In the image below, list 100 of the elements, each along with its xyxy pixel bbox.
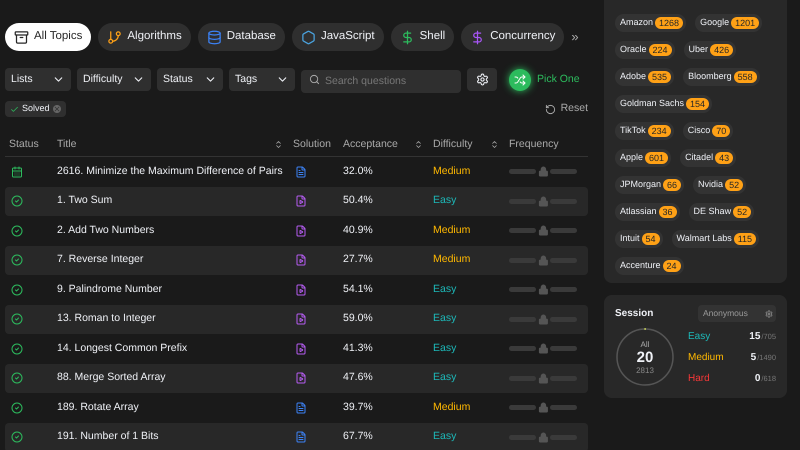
reset-button[interactable]: Reset bbox=[544, 101, 588, 117]
document-icon[interactable] bbox=[295, 431, 307, 444]
solved-filter-chip[interactable]: Solved bbox=[5, 101, 66, 117]
sort-icon[interactable] bbox=[274, 140, 283, 149]
archive-icon bbox=[14, 30, 29, 44]
company-tag[interactable]: Goldman Sachs 154 bbox=[615, 95, 712, 113]
column-header[interactable]: Difficulty bbox=[433, 136, 472, 152]
video-file-icon[interactable] bbox=[295, 284, 307, 296]
problem-title[interactable]: 7. Reverse Integer bbox=[57, 253, 144, 266]
problem-title[interactable]: 189. Rotate Array bbox=[57, 400, 139, 413]
company-tag[interactable]: Cisco 70 bbox=[682, 122, 734, 140]
video-file-icon[interactable] bbox=[295, 224, 307, 237]
search-field[interactable]: Search questions bbox=[301, 70, 461, 92]
video-file-icon[interactable] bbox=[295, 372, 307, 384]
settings-button[interactable] bbox=[467, 68, 497, 91]
company-tag[interactable]: Atlassian 36 bbox=[615, 203, 680, 221]
sort-icon[interactable] bbox=[490, 140, 499, 149]
frequency-bar bbox=[509, 166, 577, 178]
count-badge: 115 bbox=[734, 233, 756, 245]
company-tag[interactable]: Citadel 43 bbox=[680, 149, 736, 167]
table-row[interactable]: 191. Number of 1 Bits 67.7% Easy bbox=[5, 422, 588, 450]
company-tag[interactable]: Uber 426 bbox=[684, 41, 736, 59]
problem-title[interactable]: 1. Two Sum bbox=[57, 194, 112, 206]
topic-tab[interactable]: Database bbox=[198, 23, 285, 51]
column-header[interactable]: Title bbox=[57, 136, 76, 152]
column-header[interactable]: Acceptance bbox=[343, 136, 398, 152]
settings-icon bbox=[476, 73, 488, 86]
difficulty-cell: Medium bbox=[433, 224, 470, 236]
document-icon[interactable] bbox=[295, 166, 307, 178]
acceptance-cell: 47.6% bbox=[343, 371, 373, 384]
company-tag[interactable]: Apple 601 bbox=[615, 149, 672, 167]
topic-tab[interactable]: JavaScript bbox=[292, 23, 384, 51]
video-file-icon[interactable] bbox=[295, 254, 307, 266]
session-selector[interactable]: Anonymous bbox=[698, 305, 776, 322]
difficulty-label: Hard bbox=[688, 372, 710, 386]
acceptance-cell: 27.7% bbox=[343, 253, 373, 266]
difficulty-label: Easy bbox=[688, 330, 710, 344]
company-tag[interactable]: Accenture 24 bbox=[615, 257, 684, 275]
company-tag[interactable]: Walmart Labs 115 bbox=[672, 230, 760, 248]
topic-tab[interactable]: Algorithms bbox=[98, 23, 191, 51]
table-row[interactable]: 2. Add Two Numbers 40.9% Medium bbox=[5, 216, 588, 246]
company-tag[interactable]: Adobe 535 bbox=[615, 68, 674, 86]
column-header[interactable]: Status bbox=[9, 136, 39, 152]
acceptance-cell: 67.7% bbox=[343, 430, 373, 442]
reset-icon bbox=[544, 104, 556, 114]
table-row[interactable]: 1. Two Sum 50.4% Easy bbox=[5, 186, 588, 216]
difficulty-cell: Easy bbox=[433, 430, 456, 442]
filter-dropdown[interactable]: Lists bbox=[5, 68, 71, 91]
database-icon bbox=[206, 30, 222, 44]
count-badge: 1268 bbox=[655, 17, 684, 29]
table-row[interactable]: 13. Roman to Integer 59.0% Easy bbox=[5, 304, 588, 334]
video-file-icon[interactable] bbox=[295, 313, 307, 326]
problem-title[interactable]: 13. Roman to Integer bbox=[57, 312, 156, 324]
acceptance-cell: 32.0% bbox=[343, 164, 373, 177]
company-tag[interactable]: Intuit 54 bbox=[615, 230, 663, 248]
company-tag[interactable]: DE Shaw 52 bbox=[688, 203, 754, 221]
filter-dropdown[interactable]: Difficulty bbox=[77, 68, 151, 91]
topic-tab[interactable]: Concurrency bbox=[461, 23, 564, 51]
problem-title[interactable]: 88. Merge Sorted Array bbox=[57, 371, 166, 384]
company-tag[interactable]: Bloomberg 558 bbox=[683, 68, 760, 86]
table-row[interactable]: 9. Palindrome Number 54.1% Easy bbox=[5, 275, 588, 304]
count-badge: 154 bbox=[686, 98, 710, 110]
document-icon[interactable] bbox=[295, 402, 307, 414]
topic-tab[interactable]: All Topics bbox=[5, 23, 92, 51]
table-row[interactable]: 14. Longest Common Prefix 41.3% Easy bbox=[5, 334, 588, 364]
table-row[interactable]: 2616. Minimize the Maximum Difference of Pairs 32.0% Medium bbox=[5, 157, 588, 186]
count-badge: 1201 bbox=[731, 17, 760, 29]
acceptance-cell: 50.4% bbox=[343, 194, 373, 206]
table-row[interactable]: 189. Rotate Array 39.7% Medium bbox=[5, 393, 588, 422]
company-tag[interactable]: Oracle 224 bbox=[615, 41, 675, 59]
filter-dropdown[interactable]: Status bbox=[157, 68, 223, 91]
solved-number: 0 bbox=[754, 372, 760, 386]
topic-tab[interactable]: Shell bbox=[390, 23, 454, 51]
problem-title[interactable]: 2616. Minimize the Maximum Difference of Pairs bbox=[57, 164, 283, 177]
more-button[interactable]: » bbox=[571, 27, 579, 47]
frequency-bar bbox=[509, 402, 577, 414]
table-row[interactable]: 7. Reverse Integer 27.7% Medium bbox=[5, 246, 588, 275]
difficulty-cell: Easy bbox=[433, 371, 456, 384]
problem-title[interactable]: 9. Palindrome Number bbox=[57, 282, 162, 295]
count-badge: 70 bbox=[712, 125, 730, 137]
difficulty-cell: Medium bbox=[433, 253, 470, 266]
column-header[interactable]: Solution bbox=[293, 136, 331, 152]
total-count: 2813 bbox=[636, 366, 654, 374]
problem-title[interactable]: 2. Add Two Numbers bbox=[57, 224, 154, 236]
count-badge: 535 bbox=[648, 71, 672, 83]
pick-one-button[interactable]: Pick One bbox=[509, 68, 580, 90]
video-file-icon[interactable] bbox=[295, 195, 307, 208]
video-file-icon[interactable] bbox=[295, 342, 307, 355]
table-row[interactable]: 88. Merge Sorted Array 47.6% Easy bbox=[5, 364, 588, 393]
problem-title[interactable]: 14. Longest Common Prefix bbox=[57, 342, 188, 354]
company-tag[interactable]: JPMorgan 66 bbox=[615, 176, 684, 194]
company-tag[interactable]: Amazon 1268 bbox=[615, 14, 686, 32]
company-tag[interactable]: TikTok 234 bbox=[615, 122, 674, 140]
company-tag[interactable]: Google 1201 bbox=[695, 14, 762, 32]
difficulty-cell: Medium bbox=[433, 400, 470, 413]
sort-icon[interactable] bbox=[414, 140, 423, 149]
problem-title[interactable]: 191. Number of 1 Bits bbox=[57, 430, 159, 442]
filter-dropdown[interactable]: Tags bbox=[229, 68, 295, 91]
company-tag[interactable]: Nvidia 52 bbox=[693, 176, 746, 194]
column-header[interactable]: Frequency bbox=[509, 136, 559, 152]
